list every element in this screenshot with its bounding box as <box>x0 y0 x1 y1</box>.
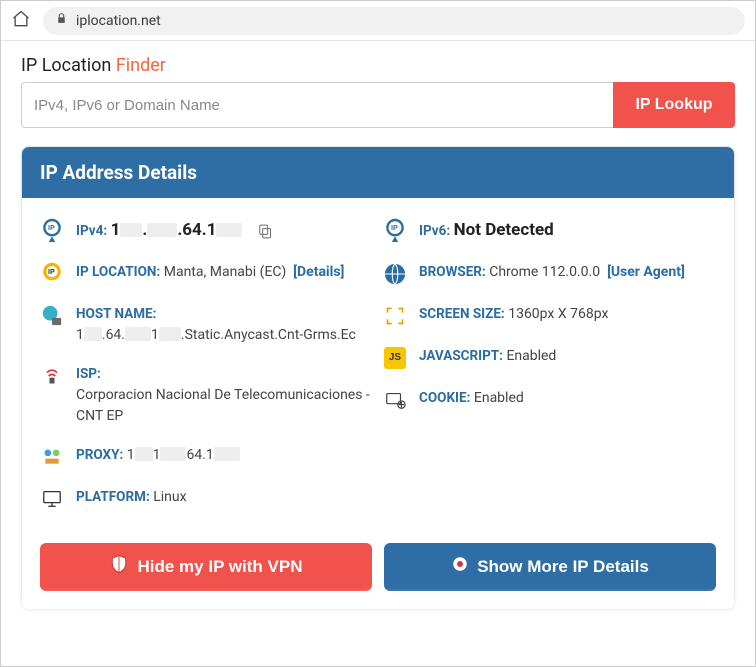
address-bar[interactable]: iplocation.net <box>43 7 745 35</box>
action-buttons: Hide my IP with VPN Show More IP Details <box>22 543 734 609</box>
svg-text:IP: IP <box>391 223 398 232</box>
user-agent-link[interactable]: [User Agent] <box>607 264 685 280</box>
svg-text:IP: IP <box>48 223 55 232</box>
proxy-icon <box>40 445 64 469</box>
svg-text:IP: IP <box>48 267 55 276</box>
browser-toolbar: iplocation.net <box>1 1 755 41</box>
host-row: HOST NAME: 1.64.1.Static.Anycast.Cnt-Grm… <box>40 304 373 346</box>
copy-ip-icon[interactable] <box>257 223 274 240</box>
js-icon: JS <box>383 346 407 370</box>
left-column: IP IPv4: 1..64.1 IP <box>40 218 373 529</box>
ip-search-input[interactable] <box>21 82 613 128</box>
ipv4-row: IP IPv4: 1..64.1 <box>40 218 373 244</box>
show-more-details-button[interactable]: Show More IP Details <box>384 543 716 591</box>
javascript-row: JS JAVASCRIPT: Enabled <box>383 346 716 370</box>
hide-ip-vpn-button[interactable]: Hide my IP with VPN <box>40 543 372 591</box>
expand-icon <box>383 304 407 328</box>
cookie-row: COOKIE: Enabled <box>383 388 716 412</box>
host-icon <box>40 304 64 328</box>
isp-icon <box>40 364 64 388</box>
ip-pin-icon: IP <box>40 218 64 242</box>
proxy-row: PROXY: 1164.1 <box>40 445 373 469</box>
cookie-icon <box>383 388 407 412</box>
ipv6-row: IP IPv6: Not Detected <box>383 218 716 244</box>
url-text: iplocation.net <box>76 13 161 29</box>
ip-pin-icon: IP <box>383 218 407 242</box>
browser-row: BROWSER: Chrome 112.0.0.0 [User Agent] <box>383 262 716 286</box>
page-heading: IP Location Finder <box>21 55 735 76</box>
ip-details-card: IP Address Details IP IPv4: 1..64.1 <box>21 146 735 610</box>
home-icon[interactable] <box>11 9 31 33</box>
location-icon: IP <box>40 262 64 286</box>
ip-location-row: IP IP LOCATION: Manta, Manabi (EC) [Deta… <box>40 262 373 286</box>
details-icon <box>451 555 469 578</box>
globe-icon <box>383 262 407 286</box>
lock-icon <box>55 12 68 29</box>
ip-lookup-button[interactable]: IP Lookup <box>613 82 735 128</box>
shield-icon <box>109 554 129 579</box>
details-link[interactable]: [Details] <box>293 264 344 280</box>
platform-icon <box>40 487 64 511</box>
platform-row: PLATFORM: Linux <box>40 487 373 511</box>
isp-row: ISP: Corporacion Nacional De Telecomunic… <box>40 364 373 427</box>
right-column: IP IPv6: Not Detected BROWSER: Chrome 11… <box>383 218 716 529</box>
card-title: IP Address Details <box>22 147 734 198</box>
screen-row: SCREEN SIZE: 1360px X 768px <box>383 304 716 328</box>
search-row: IP Lookup <box>21 82 735 128</box>
